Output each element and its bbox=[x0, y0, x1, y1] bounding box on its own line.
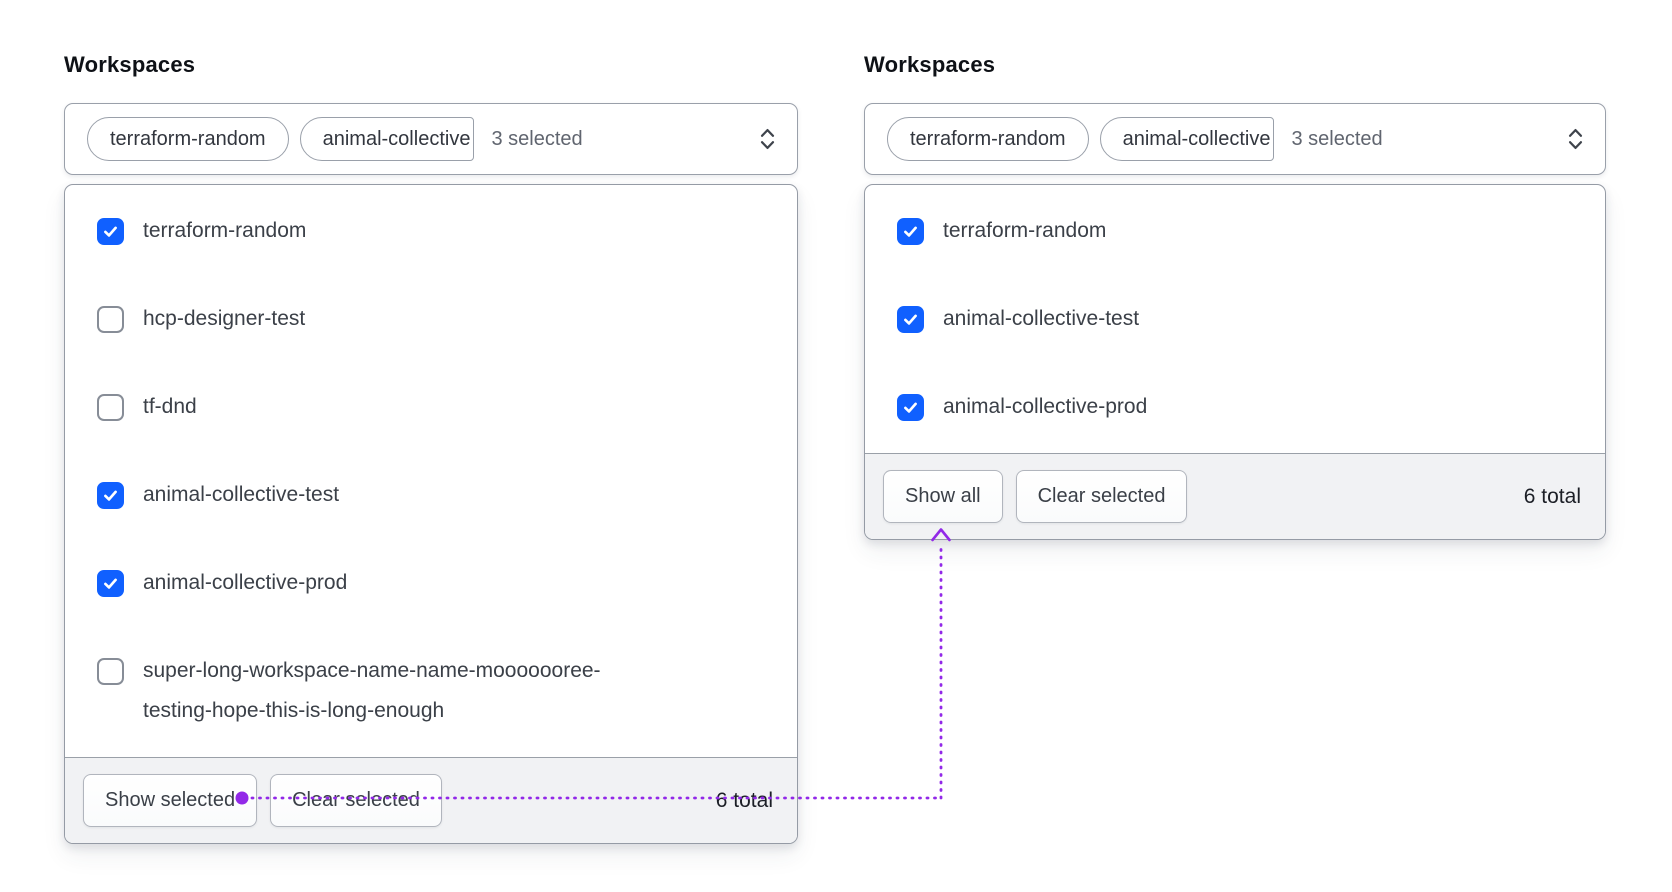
workspaces-multiselect-demo: Workspaces terraform-random animal-colle… bbox=[0, 0, 1672, 892]
checkbox[interactable] bbox=[897, 218, 924, 245]
option-row[interactable]: hcp-designer-test bbox=[97, 299, 773, 339]
checkbox[interactable] bbox=[97, 658, 124, 685]
workspaces-label: Workspaces bbox=[64, 52, 196, 77]
listbox-footer: Show selected Clear selected 6 total bbox=[65, 757, 797, 843]
option-label: super-long-workspace-name-name-moooooore… bbox=[143, 659, 601, 722]
checkbox[interactable] bbox=[897, 306, 924, 333]
listbox-footer: Show all Clear selected 6 total bbox=[865, 453, 1605, 539]
option-row[interactable]: animal-collective-prod bbox=[897, 387, 1581, 427]
workspaces-multiselect-left: Workspaces terraform-random animal-colle… bbox=[64, 50, 798, 844]
workspaces-select-trigger[interactable]: terraform-random animal-collective 3 sel… bbox=[64, 103, 798, 175]
option-row[interactable]: animal-collective-prod bbox=[97, 563, 773, 603]
check-icon bbox=[104, 490, 117, 501]
checkbox[interactable] bbox=[97, 394, 124, 421]
option-row[interactable]: animal-collective-test bbox=[97, 475, 773, 515]
option-label: animal-collective-prod bbox=[943, 395, 1148, 418]
option-label: terraform-random bbox=[943, 219, 1107, 242]
option-row[interactable]: animal-collective-test bbox=[897, 299, 1581, 339]
selected-tag-pill-truncated: animal-collective bbox=[1099, 117, 1275, 161]
option-label: animal-collective-test bbox=[143, 483, 340, 506]
option-row[interactable]: super-long-workspace-name-name-moooooore… bbox=[97, 651, 773, 731]
workspaces-listbox: terraform-random animal-collective-test … bbox=[864, 184, 1606, 540]
checkbox[interactable] bbox=[97, 482, 124, 509]
total-count: 6 total bbox=[1523, 484, 1581, 508]
chevron-up-down-icon bbox=[1566, 126, 1585, 152]
option-label: terraform-random bbox=[143, 219, 307, 242]
workspaces-listbox: terraform-random hcp-designer-test tf-dn… bbox=[64, 184, 798, 844]
option-label: tf-dnd bbox=[143, 395, 197, 418]
checkbox[interactable] bbox=[897, 394, 924, 421]
workspaces-label: Workspaces bbox=[864, 52, 996, 77]
selected-count-text: 3 selected bbox=[1291, 127, 1383, 150]
total-count: 6 total bbox=[715, 788, 773, 812]
show-all-button[interactable]: Show all bbox=[883, 470, 1003, 523]
option-list: terraform-random hcp-designer-test tf-dn… bbox=[65, 185, 797, 757]
checkbox[interactable] bbox=[97, 218, 124, 245]
option-label: animal-collective-prod bbox=[143, 571, 348, 594]
selected-tag-pill: terraform-random bbox=[87, 117, 289, 161]
selected-count-text: 3 selected bbox=[491, 127, 583, 150]
check-icon bbox=[104, 578, 117, 589]
option-list: terraform-random animal-collective-test … bbox=[865, 185, 1605, 453]
option-row[interactable]: terraform-random bbox=[97, 211, 773, 251]
check-icon bbox=[104, 226, 117, 237]
clear-selected-button[interactable]: Clear selected bbox=[270, 774, 442, 827]
show-selected-button[interactable]: Show selected bbox=[83, 774, 258, 827]
checkbox[interactable] bbox=[97, 570, 124, 597]
workspaces-multiselect-right: Workspaces terraform-random animal-colle… bbox=[864, 50, 1606, 540]
check-icon bbox=[904, 314, 917, 325]
option-label: animal-collective-test bbox=[943, 307, 1140, 330]
chevron-up-down-icon bbox=[758, 126, 777, 152]
selected-tag-pill-truncated: animal-collective bbox=[299, 117, 475, 161]
checkbox[interactable] bbox=[97, 306, 124, 333]
option-row[interactable]: terraform-random bbox=[897, 211, 1581, 251]
selected-tag-pill: terraform-random bbox=[887, 117, 1089, 161]
option-row[interactable]: tf-dnd bbox=[97, 387, 773, 427]
workspaces-select-trigger[interactable]: terraform-random animal-collective 3 sel… bbox=[864, 103, 1606, 175]
check-icon bbox=[904, 402, 917, 413]
option-label: hcp-designer-test bbox=[143, 307, 306, 330]
clear-selected-button[interactable]: Clear selected bbox=[1015, 470, 1188, 523]
check-icon bbox=[904, 226, 917, 237]
